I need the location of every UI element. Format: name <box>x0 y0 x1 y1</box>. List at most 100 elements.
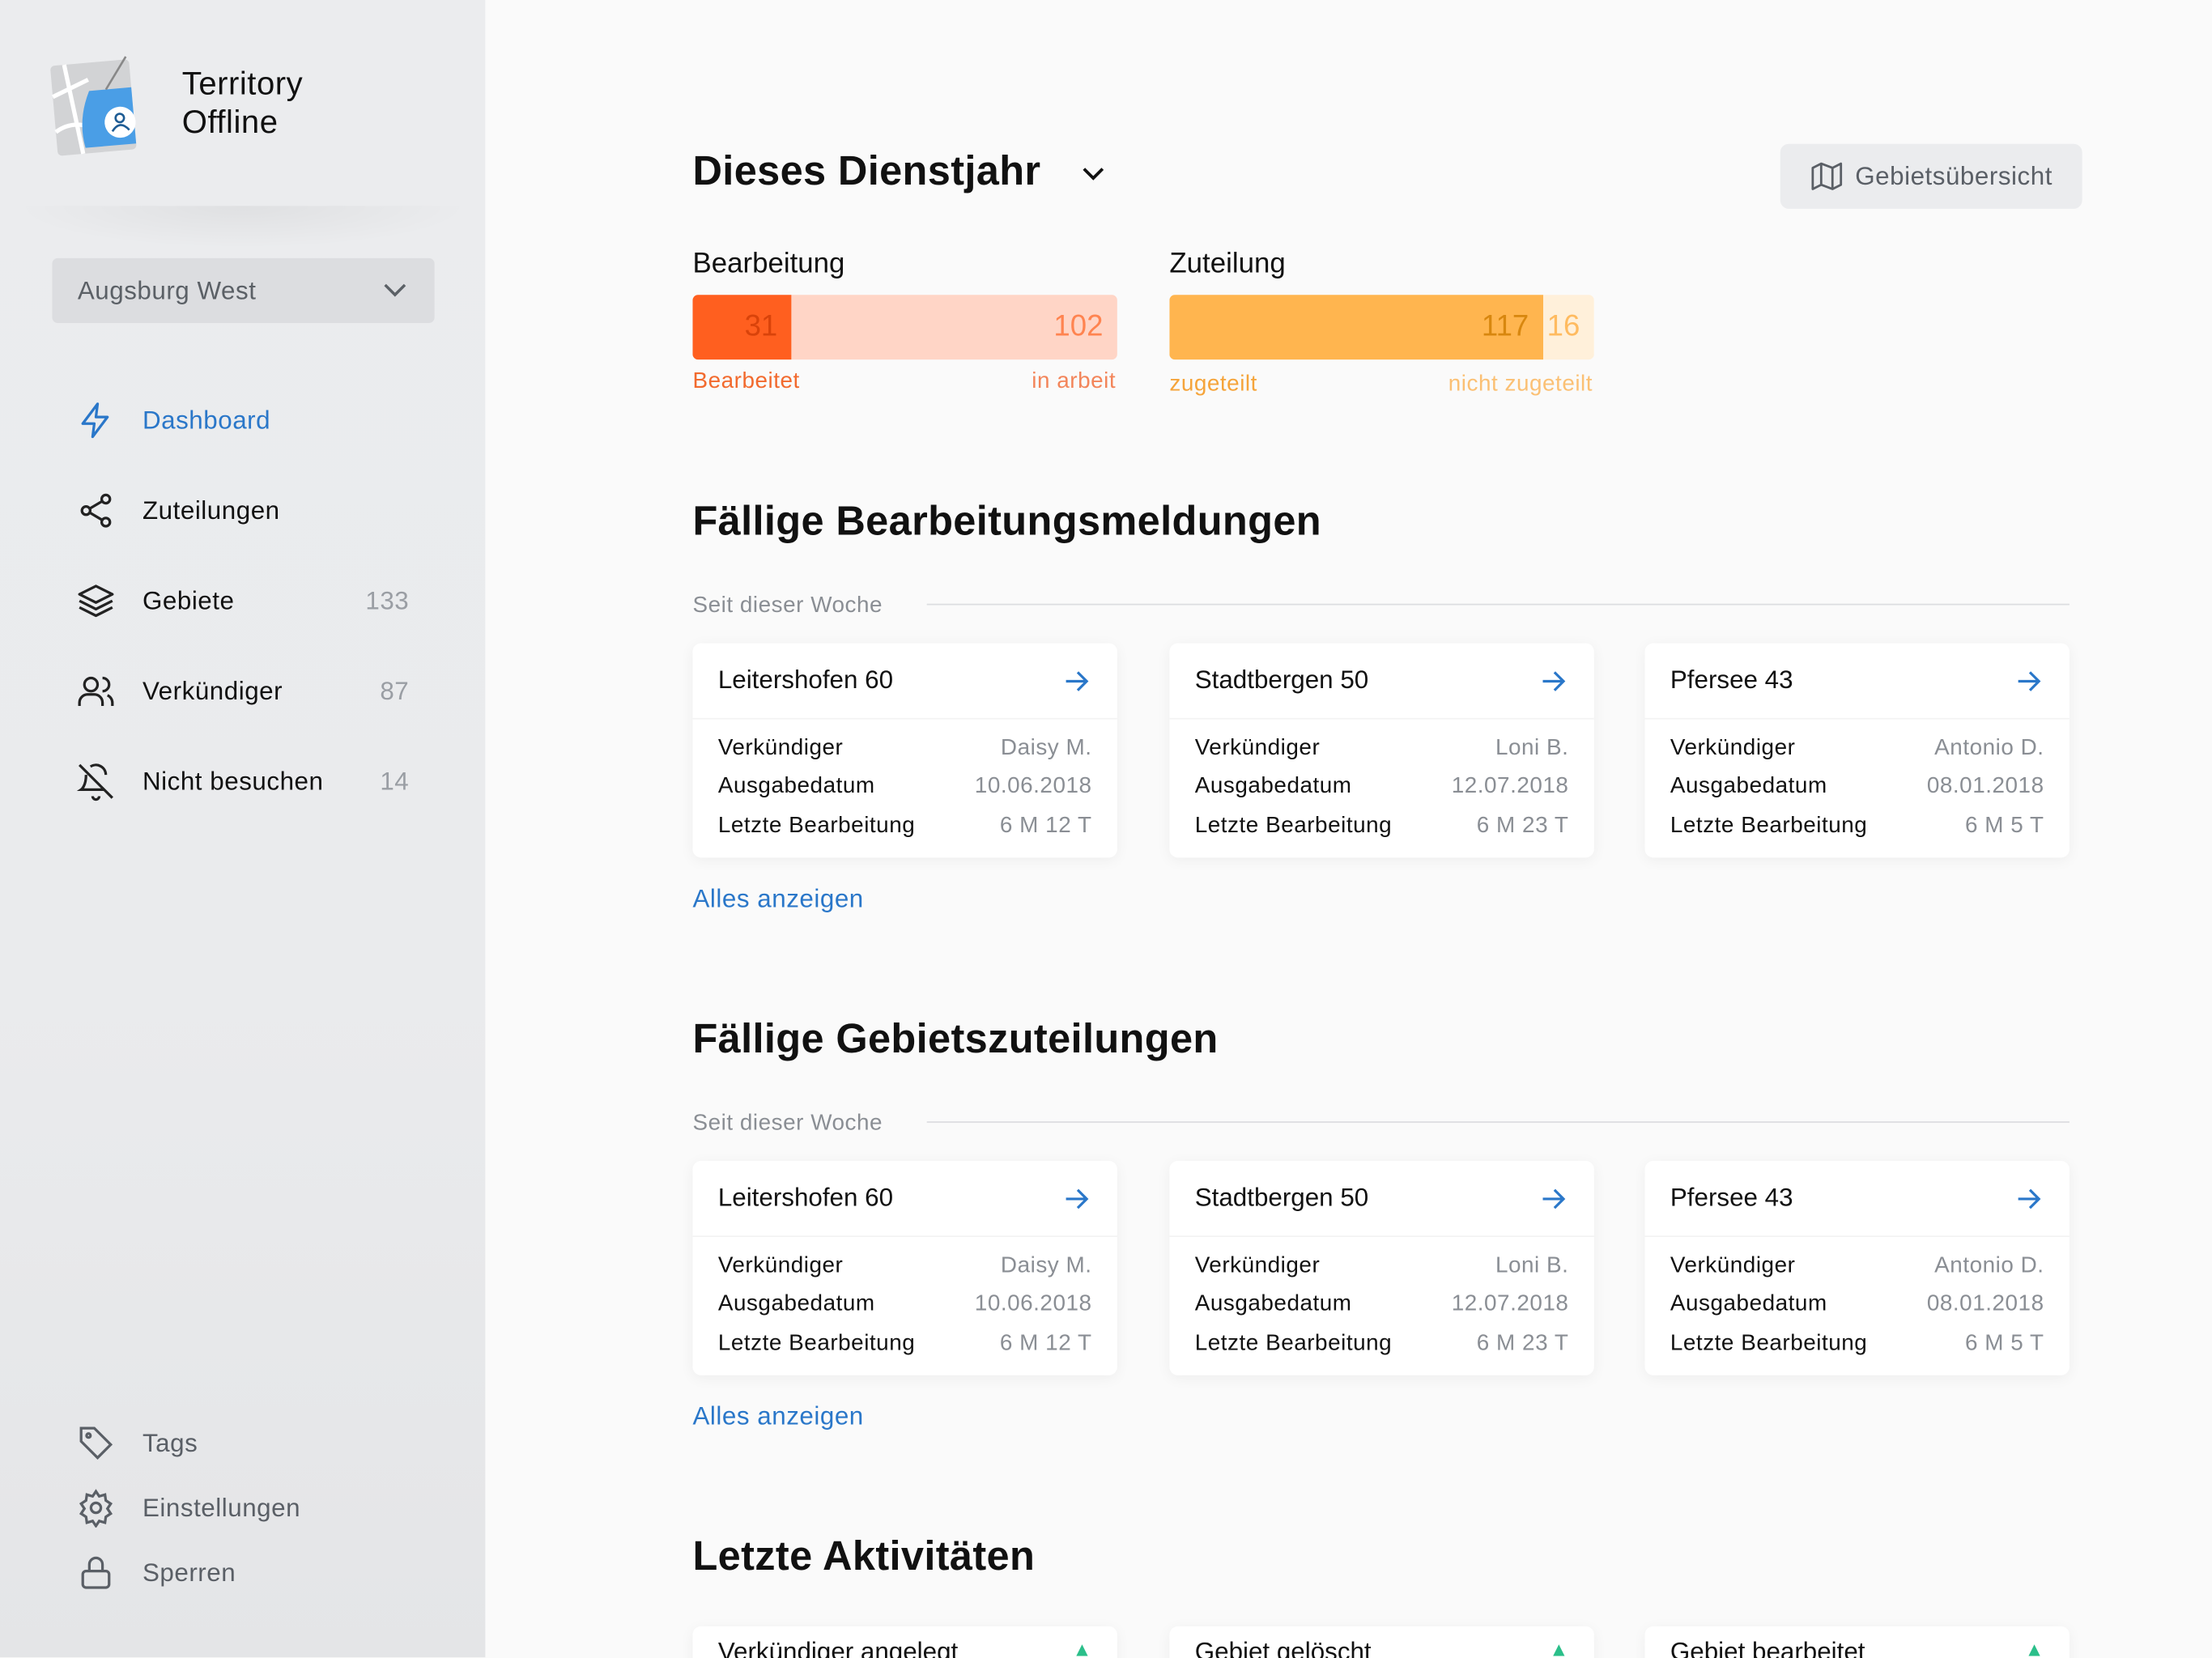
sidebar-item-label: Nicht besuchen <box>142 766 324 795</box>
activities-heading: Letzte Aktivitäten <box>692 1534 1036 1580</box>
card-row-value: 6 M 5 T <box>1964 1331 2044 1355</box>
card-row: Letzte Bearbeitung 6 M 12 T <box>692 1324 1117 1363</box>
sidebar-item-dashboard[interactable]: Dashboard <box>76 395 409 446</box>
arrow-right-icon[interactable] <box>1061 665 1091 695</box>
activity-title: Verkündiger angelegt <box>717 1637 959 1658</box>
activity-icon: ▲ <box>1072 1637 1092 1658</box>
card-row-value: Antonio D. <box>1934 1253 2044 1278</box>
processing-inprogress-value: 102 <box>1053 310 1104 343</box>
activity-icon: ▲ <box>2024 1637 2044 1658</box>
sidebar-item-label: Sperren <box>142 1558 236 1587</box>
card-row-value: Daisy M. <box>1000 1253 1092 1278</box>
assignment-unassigned-segment: 16 <box>1542 295 1594 360</box>
card-row: Ausgabedatum 08.01.2018 <box>1645 1286 2069 1324</box>
chevron-down-icon[interactable] <box>1078 159 1108 189</box>
assignment-unassigned-value: 16 <box>1546 310 1580 343</box>
sidebar-item-sperren[interactable]: Sperren <box>76 1553 236 1592</box>
assignment-assigned-label: zugeteilt <box>1169 372 1257 397</box>
card-title: Stadtbergen 50 <box>1194 1183 1369 1212</box>
sidebar-item-count: 133 <box>365 585 410 614</box>
card-row-value: 6 M 5 T <box>1964 813 2044 838</box>
card-row-value: 08.01.2018 <box>1926 774 2044 799</box>
card-row-value: Antonio D. <box>1934 736 2044 760</box>
territory-card[interactable]: Pfersee 43 Verkündiger Antonio D. Ausgabeda… <box>1644 1160 2069 1375</box>
card-row: Ausgabedatum 10.06.2018 <box>692 768 1117 807</box>
card-row-label: Ausgabedatum <box>1194 774 1352 799</box>
due-reports-show-all-link[interactable]: Alles anzeigen <box>692 884 863 914</box>
territory-card[interactable]: Leitershofen 60 Verkündiger Daisy M. Ausgab… <box>692 643 1117 858</box>
sidebar-item-count: 87 <box>380 676 410 705</box>
page-title-text: Dieses Dienstjahr <box>692 149 1041 195</box>
app-title-line2: Offline <box>181 103 279 140</box>
card-row-label: Letzte Bearbeitung <box>717 1331 916 1355</box>
card-row: Letzte Bearbeitung 6 M 23 T <box>1169 1324 1593 1363</box>
territory-overview-button[interactable]: Gebietsübersicht <box>1780 143 2082 209</box>
page-title[interactable]: Dieses Dienstjahr <box>692 150 1108 196</box>
activity-card[interactable]: Verkündiger angelegt ▲ <box>692 1626 1117 1658</box>
activity-icon: ▲ <box>1549 1637 1569 1658</box>
assignment-bar: 117 16 <box>1169 295 1594 360</box>
gear-icon <box>79 1489 113 1528</box>
arrow-right-icon[interactable] <box>1538 1183 1568 1214</box>
processing-done-value: 31 <box>744 310 778 343</box>
territory-overview-label: Gebietsübersicht <box>1855 161 2052 190</box>
due-reports-subtitle: Seit dieser Woche <box>692 593 883 619</box>
sidebar-item-nicht-besuchen[interactable]: Nicht besuchen 14 <box>76 756 409 807</box>
territory-card[interactable]: Stadtbergen 50 Verkündiger Loni B. Ausgabed… <box>1169 643 1594 858</box>
card-row: Verkündiger Loni B. <box>1169 729 1593 768</box>
card-row-value: Loni B. <box>1495 736 1569 760</box>
card-row-label: Verkündiger <box>717 736 844 760</box>
territory-card[interactable]: Stadtbergen 50 Verkündiger Loni B. Ausgabed… <box>1169 1160 1594 1375</box>
app-title: Territory Offline <box>182 65 303 141</box>
sidebar-item-gebiete[interactable]: Gebiete 133 <box>76 576 409 627</box>
card-title: Leitershofen 60 <box>717 665 894 695</box>
card-row-label: Letzte Bearbeitung <box>1670 813 1868 838</box>
sidebar-item-tags[interactable]: Tags <box>76 1423 198 1463</box>
sidebar-item-label: Zuteilungen <box>142 495 280 525</box>
sidebar-item-verkuendiger[interactable]: Verkündiger 87 <box>76 665 409 716</box>
divider <box>926 1121 2069 1123</box>
sidebar-item-einstellungen[interactable]: Einstellungen <box>76 1488 300 1528</box>
sidebar-item-label: Verkündiger <box>142 676 283 705</box>
card-title: Pfersee 43 <box>1670 665 1793 695</box>
card-row-label: Letzte Bearbeitung <box>1194 813 1393 838</box>
card-row-label: Verkündiger <box>717 1253 844 1278</box>
activity-card[interactable]: Gebiet bearbeitet ▲ <box>1644 1626 2069 1658</box>
card-row-value: 12.07.2018 <box>1451 774 1569 799</box>
card-row-value: 6 M 12 T <box>999 1331 1092 1355</box>
arrow-right-icon[interactable] <box>2013 1183 2044 1214</box>
congregation-select[interactable]: Augsburg West <box>52 257 435 323</box>
layers-icon <box>78 585 114 618</box>
sidebar-item-label: Gebiete <box>142 585 235 614</box>
card-row-value: 12.07.2018 <box>1451 1292 1569 1317</box>
activity-title: Gebiet gelöscht <box>1194 1637 1372 1658</box>
card-row: Ausgabedatum 12.07.2018 <box>1169 768 1593 807</box>
chevron-down-icon <box>384 283 406 297</box>
card-row: Verkündiger Antonio D. <box>1645 729 2069 768</box>
territory-card[interactable]: Pfersee 43 Verkündiger Antonio D. Ausgabeda… <box>1644 643 2069 858</box>
assignment-title: Zuteilung <box>1169 248 1286 279</box>
processing-done-label: Bearbeitet <box>692 369 800 394</box>
sidebar-item-label: Dashboard <box>142 405 271 434</box>
arrow-right-icon[interactable] <box>1061 1183 1091 1214</box>
divider <box>926 603 2069 606</box>
territory-card[interactable]: Leitershofen 60 Verkündiger Daisy M. Ausgab… <box>692 1160 1117 1375</box>
sidebar: Territory Offline Augsburg West Dashboard… <box>0 0 486 1658</box>
assignment-assigned-value: 117 <box>1481 310 1529 343</box>
card-row: Ausgabedatum 12.07.2018 <box>1169 1286 1593 1324</box>
due-assignments-show-all-link[interactable]: Alles anzeigen <box>692 1402 863 1432</box>
card-row-label: Ausgabedatum <box>1670 774 1827 799</box>
card-row-label: Ausgabedatum <box>1670 1292 1827 1317</box>
card-row-label: Ausgabedatum <box>1194 1292 1352 1317</box>
sidebar-item-label: Tags <box>142 1428 198 1456</box>
congregation-select-value: Augsburg West <box>77 275 257 304</box>
card-row: Letzte Bearbeitung 6 M 5 T <box>1645 807 2069 846</box>
card-row: Letzte Bearbeitung 6 M 12 T <box>692 807 1117 846</box>
arrow-right-icon[interactable] <box>2013 665 2044 695</box>
arrow-right-icon[interactable] <box>1538 665 1568 695</box>
card-row-label: Verkündiger <box>1670 736 1796 760</box>
card-row: Letzte Bearbeitung 6 M 5 T <box>1645 1324 2069 1363</box>
activity-card[interactable]: Gebiet gelöscht ▲ <box>1169 1626 1594 1658</box>
sidebar-item-zuteilungen[interactable]: Zuteilungen <box>76 485 409 536</box>
map-icon <box>1811 162 1843 190</box>
